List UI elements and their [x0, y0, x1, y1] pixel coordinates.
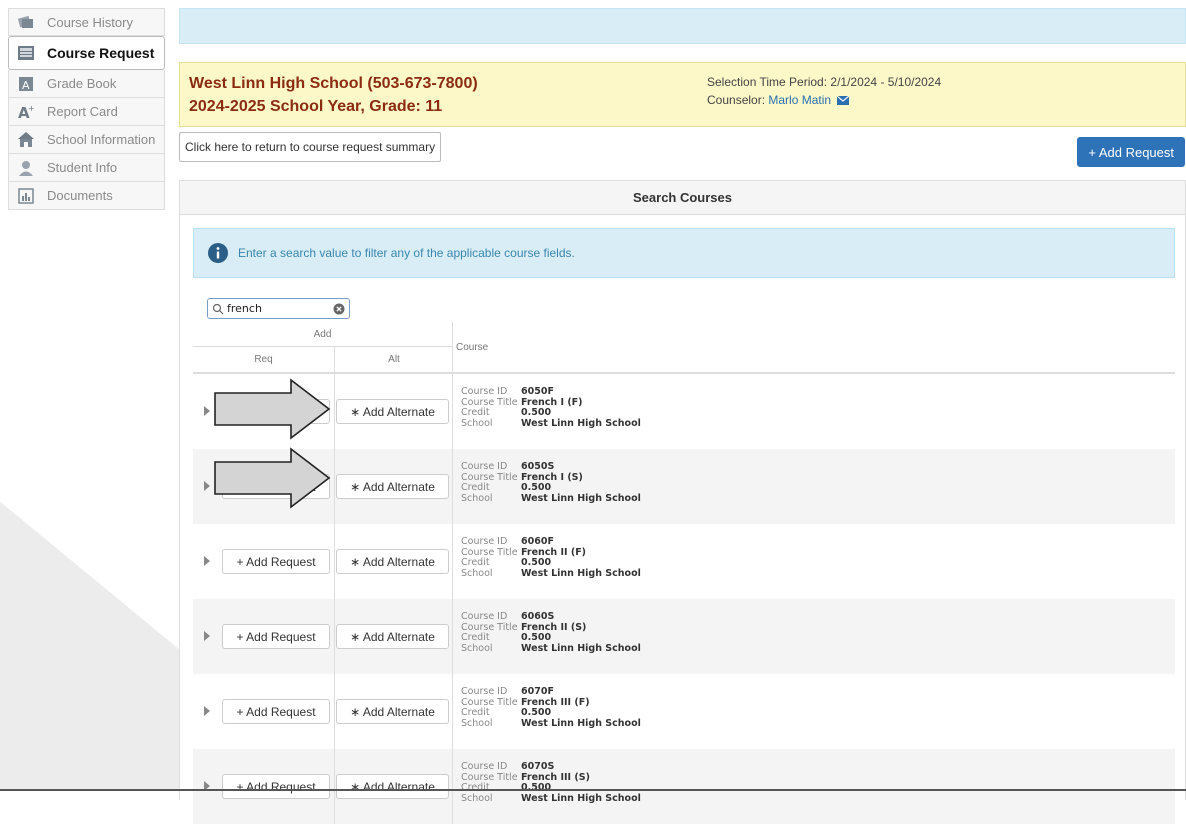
school-info-box: West Linn High School (503-673-7800) 202…	[179, 62, 1186, 127]
school-icon	[17, 131, 35, 149]
top-banner	[179, 8, 1186, 44]
expand-icon[interactable]	[203, 630, 211, 642]
sidebar-item-report-card[interactable]: A + Report Card	[8, 98, 165, 126]
info-alert: Enter a search value to filter any of th…	[193, 228, 1175, 278]
course-school: West Linn High School	[521, 492, 641, 504]
annotation-arrow-icon	[214, 447, 331, 509]
expand-icon[interactable]	[203, 705, 211, 717]
school-name: West Linn High School (503-673-7800)	[189, 75, 478, 92]
course-credit: 0.500	[521, 707, 552, 718]
sidebar-item-label: Course Request	[47, 45, 155, 61]
course-id: 6070S	[521, 761, 555, 772]
course-history-icon	[17, 13, 35, 31]
sidebar-item-label: Report Card	[47, 104, 118, 119]
course-school: West Linn High School	[521, 642, 641, 654]
sidebar-item-label: Documents	[47, 188, 113, 203]
sidebar-item-grade-book[interactable]: A Grade Book	[8, 70, 165, 98]
sidebar-nav: Course History Course Request A Grade Bo…	[8, 8, 165, 210]
header-add: Add	[193, 322, 452, 347]
school-year: 2024-2025 School Year, Grade: 11	[189, 98, 443, 115]
course-info: Course ID 6060S Course Title French II (S)…	[461, 611, 641, 654]
course-id: 6070F	[521, 686, 554, 697]
course-credit: 0.500	[521, 632, 552, 643]
course-credit: 0.500	[521, 482, 552, 493]
search-field[interactable]	[207, 298, 350, 319]
documents-icon	[17, 187, 35, 205]
sidebar-item-label: Course History	[47, 14, 133, 30]
course-school: West Linn High School	[521, 792, 641, 804]
header-req: Req	[254, 354, 273, 365]
sidebar-item-school-information[interactable]: School Information	[8, 126, 165, 154]
sidebar-item-student-info[interactable]: Student Info	[8, 154, 165, 182]
counselor-label: Counselor:	[707, 93, 766, 107]
add-request-button[interactable]: + Add Request	[1077, 137, 1185, 167]
course-id: 6050S	[521, 461, 555, 472]
course-school: West Linn High School	[521, 717, 641, 729]
course-id: 6050F	[521, 386, 554, 397]
add-request-row-button[interactable]: + Add Request	[222, 774, 330, 799]
add-request-row-button[interactable]: + Add Request	[222, 699, 330, 724]
add-alternate-button[interactable]: ∗ Add Alternate	[336, 624, 449, 649]
course-info: Course ID 6050S Course Title French I (S) …	[461, 461, 641, 504]
info-text: Enter a search value to filter any of th…	[238, 246, 575, 260]
counselor-link[interactable]: Marlo Matin	[768, 93, 831, 107]
grade-book-icon: A	[17, 75, 35, 93]
course-info: Course ID 6060F Course Title French II (F)…	[461, 536, 641, 579]
course-id: 6060F	[521, 536, 554, 547]
add-alternate-button[interactable]: ∗ Add Alternate	[336, 399, 449, 424]
course-credit: 0.500	[521, 407, 552, 418]
add-alternate-button[interactable]: ∗ Add Alternate	[336, 774, 449, 799]
add-alternate-button[interactable]: ∗ Add Alternate	[336, 474, 449, 499]
annotation-arrow-icon	[214, 378, 331, 440]
add-alternate-button[interactable]: ∗ Add Alternate	[336, 699, 449, 724]
sidebar-item-label: Student Info	[47, 160, 118, 175]
course-table: Add Req Alt Course + Add Request ∗ Add A…	[193, 322, 1175, 824]
clear-icon[interactable]	[333, 303, 345, 315]
main-content: West Linn High School (503-673-7800) 202…	[179, 8, 1186, 824]
add-request-row-button[interactable]: + Add Request	[222, 549, 330, 574]
table-row: + Add Request ∗ Add Alternate Course ID6…	[193, 749, 1175, 824]
expand-icon[interactable]	[203, 480, 211, 492]
sidebar-item-label: School Information	[47, 132, 156, 147]
counselor: Counselor: Marlo Matin	[707, 93, 850, 108]
table-row: + Add Request ∗ Add Alternate Course ID6…	[193, 374, 1175, 449]
background-wedge	[0, 501, 180, 791]
course-request-icon	[17, 44, 35, 62]
table-row: + Add Request ∗ Add Alternate Course ID6…	[193, 599, 1175, 674]
course-info: Course ID 6070F Course Title French III (F…	[461, 686, 641, 729]
mail-icon[interactable]	[837, 94, 850, 108]
course-school: West Linn High School	[521, 567, 641, 579]
header-course: Course	[452, 322, 488, 372]
table-row: + Add Request ∗ Add Alternate Course ID6…	[193, 674, 1175, 749]
course-school: West Linn High School	[521, 417, 641, 429]
search-icon	[212, 303, 224, 315]
student-icon	[17, 159, 35, 177]
panel-title: Search Courses	[180, 181, 1185, 215]
selection-period: Selection Time Period: 2/1/2024 - 5/10/2…	[707, 75, 942, 89]
svg-text:+: +	[28, 104, 35, 113]
table-row: + Add Request ∗ Add Alternate Course ID6…	[193, 524, 1175, 599]
header-alt: Alt	[334, 347, 453, 372]
add-request-row-button[interactable]: + Add Request	[222, 624, 330, 649]
sidebar-item-course-request[interactable]: Course Request	[8, 36, 165, 70]
table-header: Add Req Alt Course	[193, 322, 1175, 374]
sidebar-item-course-history[interactable]: Course History	[8, 8, 165, 36]
course-credit: 0.500	[521, 557, 552, 568]
sidebar-item-label: Grade Book	[47, 76, 117, 91]
course-info: Course ID 6050F Course Title French I (F) …	[461, 386, 641, 429]
search-input[interactable]	[224, 302, 330, 315]
expand-icon[interactable]	[203, 555, 211, 567]
expand-icon[interactable]	[203, 405, 211, 417]
table-row: + Add Request ∗ Add Alternate Course ID6…	[193, 449, 1175, 524]
sidebar-item-documents[interactable]: Documents	[8, 182, 165, 210]
return-to-summary-button[interactable]: Click here to return to course request s…	[179, 132, 442, 162]
svg-text:A: A	[22, 79, 30, 92]
course-id: 6060S	[521, 611, 555, 622]
add-alternate-button[interactable]: ∗ Add Alternate	[336, 549, 449, 574]
info-icon	[208, 243, 228, 263]
report-card-icon: A +	[17, 103, 35, 121]
course-info: Course ID 6070S Course Title French III (S…	[461, 761, 641, 804]
